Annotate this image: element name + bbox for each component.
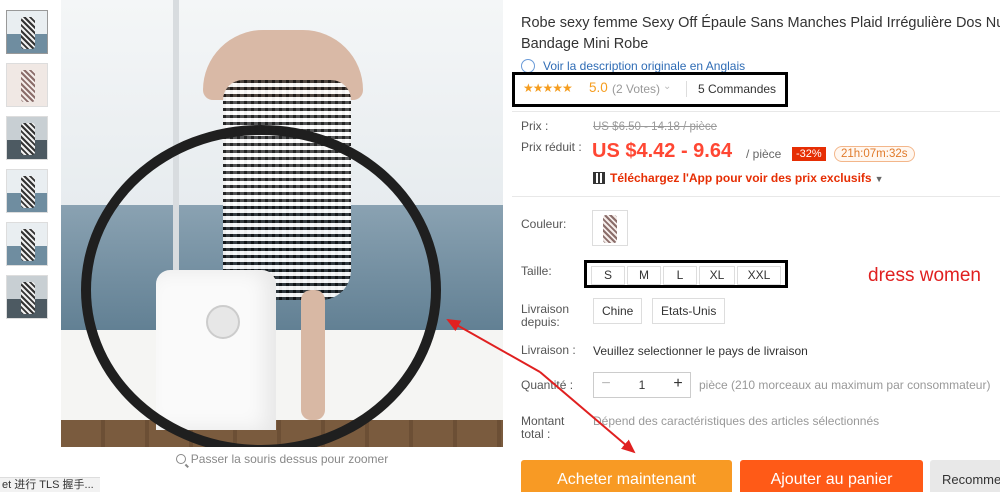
thumbnail-4[interactable]	[6, 169, 48, 213]
thumbnail-5[interactable]	[6, 222, 48, 266]
quantity-label: Quantité :	[521, 378, 574, 392]
quantity-input[interactable]: 1	[618, 373, 666, 397]
original-description-text: Voir la description originale en Anglais	[543, 59, 746, 73]
thumbnail-2[interactable]	[6, 63, 48, 107]
color-swatch[interactable]	[592, 210, 628, 246]
thumbnail-strip	[6, 10, 54, 328]
translate-icon	[521, 59, 535, 73]
price-unit: / pièce	[746, 147, 782, 161]
discount-badge: -32%	[792, 147, 826, 161]
product-title-line-1: Robe sexy femme Sexy Off Épaule Sans Man…	[521, 15, 1000, 31]
size-option-xxl[interactable]: XXL	[737, 266, 781, 285]
zoom-hint: Passer la souris dessus pour zoomer	[61, 452, 503, 466]
quantity-decrease-button[interactable]: −	[594, 373, 618, 397]
sale-price: US $4.42 - 9.64	[592, 140, 733, 162]
browser-status-bar: et 进行 TLS 握手...	[0, 477, 100, 492]
main-product-image[interactable]	[61, 0, 503, 447]
total-note: Dépend des caractéristiques des articles…	[593, 414, 880, 428]
recommend-button[interactable]: Recomme	[930, 460, 1000, 492]
section-divider	[512, 196, 1000, 197]
shipping-message[interactable]: Veuillez selectionner le pays de livrais…	[593, 344, 808, 358]
ship-from-usa[interactable]: Etats-Unis	[652, 298, 726, 324]
size-option-m[interactable]: M	[627, 266, 661, 285]
size-option-s[interactable]: S	[591, 266, 625, 285]
app-promo-link[interactable]: Téléchargez l'App pour voir des prix exc…	[593, 171, 884, 185]
color-label: Couleur:	[521, 217, 567, 231]
original-description-link[interactable]: Voir la description originale en Anglais	[521, 59, 745, 73]
section-divider	[512, 111, 1000, 112]
star-rating-icon: ★★★★★	[523, 81, 573, 95]
product-title-line-2: Bandage Mini Robe	[521, 36, 649, 52]
ship-from-label: Livraison depuis:	[521, 302, 570, 329]
quantity-note: pièce (210 morceaux au maximum par conso…	[699, 378, 991, 392]
caret-down-icon: ▼	[874, 174, 884, 184]
shipping-label: Livraison :	[521, 343, 576, 357]
thumbnail-3[interactable]	[6, 116, 48, 160]
product-title: Robe sexy femme Sexy Off Épaule Sans Man…	[521, 13, 1000, 55]
rating-score: 5.0	[589, 80, 608, 95]
reduced-price-label: Prix réduit :	[521, 140, 582, 154]
rating-summary: ★★★★★ 5.0 (2 Votes) ⌄ 5 Commandes	[512, 72, 788, 107]
total-label: Montant total :	[521, 414, 565, 441]
qr-code-icon	[593, 172, 605, 184]
thumbnail-1[interactable]	[6, 10, 48, 54]
chevron-down-icon[interactable]: ⌄	[663, 81, 671, 92]
divider	[686, 81, 687, 97]
size-option-l[interactable]: L	[663, 266, 697, 285]
quantity-increase-button[interactable]: +	[666, 373, 690, 397]
photo-steering-wheel	[81, 125, 441, 447]
price-label: Prix :	[521, 119, 549, 133]
app-promo-text: Téléchargez l'App pour voir des prix exc…	[610, 171, 872, 185]
countdown-timer: 21h:07m:32s	[834, 146, 915, 162]
vote-count[interactable]: (2 Votes)	[612, 82, 660, 96]
original-price: US $6.50 - 14.18 / pièce	[593, 121, 718, 133]
size-selector: S M L XL XXL	[584, 260, 788, 288]
ship-from-china[interactable]: Chine	[593, 298, 643, 324]
add-to-cart-button[interactable]: Ajouter au panier	[740, 460, 923, 492]
order-count: 5 Commandes	[698, 82, 777, 96]
size-option-xl[interactable]: XL	[699, 266, 735, 285]
annotation-label: dress women	[868, 265, 981, 286]
size-label: Taille:	[521, 264, 552, 278]
quantity-stepper: − 1 +	[593, 372, 691, 398]
zoom-hint-text: Passer la souris dessus pour zoomer	[190, 452, 389, 466]
thumbnail-6[interactable]	[6, 275, 48, 319]
magnifier-icon	[175, 454, 186, 464]
buy-now-button[interactable]: Acheter maintenant	[521, 460, 732, 492]
